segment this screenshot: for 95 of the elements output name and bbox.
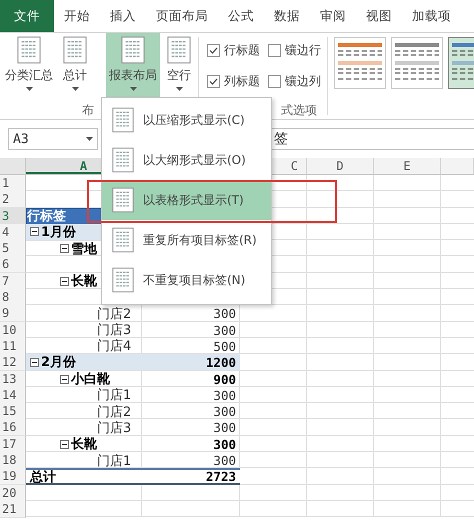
- checkbox-icon[interactable]: [268, 75, 281, 88]
- row-number[interactable]: 4: [0, 224, 26, 241]
- ribbon-tab[interactable]: 数据: [264, 0, 310, 32]
- row-label: 门店3: [97, 322, 132, 339]
- row-number[interactable]: 20: [0, 484, 26, 502]
- column-header[interactable]: D: [307, 158, 374, 174]
- caret-icon: [72, 87, 78, 91]
- row-label: 1月份: [41, 224, 76, 240]
- row-label: 门店1: [97, 452, 132, 470]
- ribbon-tab[interactable]: 插入: [100, 0, 146, 32]
- value-cell: 900: [213, 372, 236, 387]
- collapse-icon[interactable]: [60, 244, 69, 254]
- ribbon-tab[interactable]: 开始: [54, 0, 100, 32]
- ribbon-tab[interactable]: 页面布局: [146, 0, 218, 32]
- row-label: 2月份: [41, 354, 76, 370]
- row-number[interactable]: 14: [0, 386, 26, 404]
- table-style-thumbnail[interactable]: [334, 37, 386, 89]
- row-number[interactable]: 3: [0, 208, 26, 225]
- row-label: 长靴: [71, 273, 97, 290]
- row-number[interactable]: 5: [0, 240, 26, 258]
- row-number[interactable]: 1: [0, 175, 26, 192]
- value-cell: 300: [213, 306, 236, 322]
- row-number[interactable]: 19: [0, 468, 26, 486]
- row-label: 门店4: [97, 338, 132, 355]
- row-number[interactable]: 8: [0, 289, 26, 306]
- layout-icon: [121, 36, 145, 64]
- row-number[interactable]: 16: [0, 419, 26, 436]
- menu-item[interactable]: 不重复项目标签(N): [102, 260, 271, 300]
- row-number[interactable]: 7: [0, 272, 26, 290]
- row-number[interactable]: 15: [0, 403, 26, 420]
- collapse-icon[interactable]: [30, 358, 39, 367]
- collapse-icon[interactable]: [60, 440, 69, 449]
- option-checkbox[interactable]: 列标题: [207, 73, 260, 90]
- menu-item[interactable]: 以表格形式显示(T): [102, 180, 271, 220]
- caret-icon: [86, 137, 93, 141]
- ribbon-tab[interactable]: 文件: [0, 0, 54, 32]
- row-label: 长靴: [71, 436, 97, 453]
- row-number[interactable]: 9: [0, 305, 26, 322]
- row-label: 门店2: [97, 404, 132, 420]
- value-cell: 300: [213, 453, 236, 468]
- row-number[interactable]: 18: [0, 452, 26, 470]
- option-checkbox[interactable]: 镶边列: [268, 73, 321, 90]
- layout-icon: [112, 186, 134, 214]
- row-number[interactable]: 10: [0, 322, 26, 339]
- row-label: 门店3: [97, 420, 132, 436]
- row-label: 小白靴: [71, 371, 110, 388]
- layout-icon: [112, 226, 134, 254]
- checkbox-icon[interactable]: [207, 75, 220, 88]
- layout-icon: [63, 36, 87, 64]
- menu-item[interactable]: 重复所有项目标签(R): [102, 220, 271, 260]
- ribbon-button[interactable]: 总计: [60, 33, 90, 101]
- table-style-thumbnail[interactable]: [391, 37, 443, 89]
- ribbon-tab[interactable]: 审阅: [310, 0, 356, 32]
- row-number[interactable]: 13: [0, 370, 26, 388]
- layout-icon: [112, 146, 134, 174]
- column-header[interactable]: E: [374, 158, 441, 174]
- row-label: 雪地: [71, 240, 97, 258]
- value-cell: 500: [213, 338, 236, 354]
- option-checkbox[interactable]: 镶边行: [268, 42, 321, 59]
- ribbon-tab[interactable]: 加载项: [402, 0, 461, 32]
- value-cell: 300: [213, 388, 236, 403]
- value-cell: 300: [213, 322, 236, 338]
- ribbon-button[interactable]: 分类汇总: [2, 33, 56, 101]
- collapse-icon[interactable]: [60, 374, 69, 384]
- value-cell: 1200: [206, 354, 236, 370]
- layout-icon: [112, 106, 134, 134]
- layout-icon: [167, 36, 191, 64]
- row-number[interactable]: 12: [0, 354, 26, 372]
- caret-icon: [130, 87, 136, 91]
- row-label: 门店2: [97, 306, 132, 322]
- total-value: 2723: [206, 470, 236, 484]
- row-number[interactable]: 11: [0, 338, 26, 355]
- row-number[interactable]: 17: [0, 436, 26, 453]
- collapse-icon[interactable]: [30, 227, 39, 236]
- checkbox-icon[interactable]: [207, 44, 220, 57]
- row-number[interactable]: 6: [0, 256, 26, 274]
- caret-icon: [176, 87, 182, 91]
- layout-icon: [112, 266, 134, 294]
- name-box[interactable]: A3: [8, 128, 98, 150]
- checkbox-icon[interactable]: [268, 44, 281, 57]
- value-cell: 300: [213, 420, 236, 436]
- caret-icon: [26, 87, 32, 91]
- ribbon-tab[interactable]: 视图: [356, 0, 402, 32]
- value-cell: 300: [213, 404, 236, 420]
- row-label: 门店1: [97, 387, 132, 404]
- layout-icon: [17, 36, 41, 64]
- row-labels-header: 行标签: [27, 208, 66, 224]
- group-label: 式选项: [280, 102, 318, 119]
- ribbon-tab[interactable]: 公式: [218, 0, 264, 32]
- row-number[interactable]: 21: [0, 500, 26, 518]
- group-label: 布: [81, 102, 95, 119]
- row-number[interactable]: 2: [0, 191, 26, 208]
- option-checkbox[interactable]: 行标题: [207, 42, 260, 59]
- collapse-icon[interactable]: [60, 276, 69, 286]
- value-cell: 300: [213, 436, 236, 452]
